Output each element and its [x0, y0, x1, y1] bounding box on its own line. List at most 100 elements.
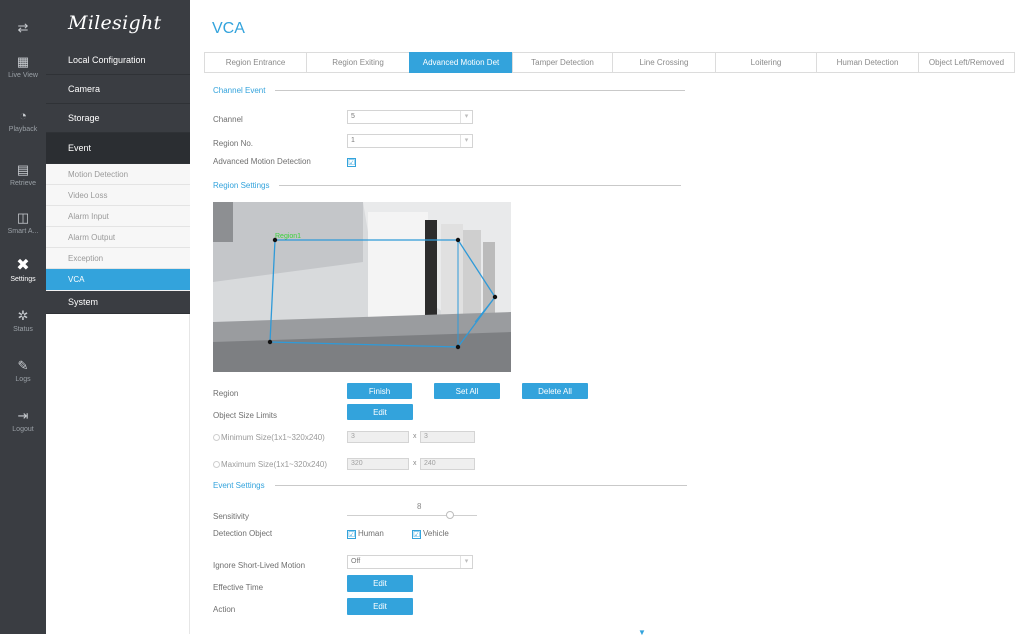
finish-button[interactable]: Finish	[347, 383, 412, 399]
tab-region-exiting[interactable]: Region Exiting	[306, 52, 410, 73]
minimum-size-label: Minimum Size(1x1~320x240)	[221, 433, 325, 442]
settings-icon: ✖	[16, 257, 30, 274]
maximum-size-label: Maximum Size(1x1~320x240)	[221, 460, 328, 469]
rail-item-logs[interactable]: ✎ Logs	[0, 352, 46, 400]
rail-label: Status	[13, 326, 33, 333]
size-separator: x	[413, 433, 417, 440]
tab-object-left-removed[interactable]: Object Left/Removed	[918, 52, 1015, 73]
menu-item-system[interactable]: System	[46, 291, 190, 314]
amd-checkbox[interactable]: ☑	[347, 158, 356, 167]
effective-time-edit-button[interactable]: Edit	[347, 575, 413, 592]
ignore-short-lived-motion-label: Ignore Short-Lived Motion	[213, 561, 306, 570]
amd-label: Advanced Motion Detection	[213, 157, 311, 166]
menu-sub-video-loss[interactable]: Video Loss	[46, 185, 190, 206]
size-separator: x	[413, 460, 417, 467]
icon-rail: ⇄ ▦ Live View ◔ Playback ▤ Retrieve ◫ Sm…	[0, 0, 46, 634]
tab-tamper-detection[interactable]: Tamper Detection	[512, 52, 613, 73]
human-label: Human	[358, 529, 384, 538]
logout-icon: ⇥	[17, 408, 29, 423]
tab-loitering[interactable]: Loitering	[715, 52, 817, 73]
rail-item-smart-analysis[interactable]: ◫ Smart A...	[0, 204, 46, 252]
rail-item-logout[interactable]: ⇥ Logout	[0, 402, 46, 450]
menu-toggle-icon: ⇄	[17, 20, 29, 35]
rail-item-playback[interactable]: ◔ Playback	[0, 102, 46, 150]
menu-item-event[interactable]: Event	[46, 133, 190, 164]
chevron-down-icon: ▾	[460, 135, 472, 147]
region-no-label: Region No.	[213, 139, 254, 148]
retrieve-icon: ▤	[16, 162, 30, 177]
rail-label: Retrieve	[9, 180, 37, 187]
rail-item-settings[interactable]: ✖ Settings	[0, 252, 46, 300]
sensitivity-value: 8	[417, 502, 422, 511]
ignore-value: Off	[351, 558, 361, 565]
menu-item-camera[interactable]: Camera	[46, 75, 190, 104]
minimum-height-input[interactable]: 3	[420, 431, 475, 443]
delete-all-button[interactable]: Delete All	[522, 383, 588, 399]
region-tag: Region1	[275, 233, 301, 240]
rail-label: Logout	[12, 426, 34, 433]
smart-analysis-icon: ◫	[16, 210, 30, 225]
object-size-edit-button[interactable]: Edit	[347, 404, 413, 420]
region-no-select[interactable]: 1 ▾	[347, 134, 473, 148]
ignore-short-lived-motion-select[interactable]: Off ▾	[347, 555, 473, 569]
rail-item-live-view[interactable]: ▦ Live View	[0, 48, 46, 96]
settings-menu: Milesight Local Configuration Camera Sto…	[46, 0, 190, 634]
sensitivity-slider-handle[interactable]	[446, 511, 454, 519]
menu-sub-vca[interactable]: VCA	[46, 269, 190, 290]
vehicle-checkbox[interactable]: ☑	[412, 530, 421, 539]
rail-item-status[interactable]: ✲ Status	[0, 302, 46, 350]
tab-advanced-motion-detection[interactable]: Advanced Motion Det	[409, 52, 513, 73]
menu-item-storage[interactable]: Storage	[46, 104, 190, 133]
rail-item-retrieve[interactable]: ▤ Retrieve	[0, 156, 46, 204]
vca-tabs: Region Entrance Region Exiting Advanced …	[204, 52, 1015, 73]
minimum-size-radio[interactable]	[213, 434, 220, 441]
rail-label: Settings	[10, 276, 36, 283]
camera-preview[interactable]: Region1	[213, 202, 511, 372]
channel-event-section: Channel Event	[213, 86, 686, 95]
sensitivity-slider[interactable]	[347, 515, 477, 516]
section-heading: Region Settings	[213, 181, 270, 190]
page-title: VCA	[212, 20, 245, 37]
rail-label: Logs	[15, 376, 31, 383]
chevron-down-icon: ▾	[460, 556, 472, 568]
section-heading: Event Settings	[213, 481, 265, 490]
tab-human-detection[interactable]: Human Detection	[816, 52, 919, 73]
camera-scene: Region1	[213, 202, 511, 372]
section-heading: Channel Event	[213, 86, 266, 95]
maximum-width-input[interactable]: 320	[347, 458, 409, 470]
region-settings-section: Region Settings	[213, 181, 682, 190]
menu-sub-alarm-input[interactable]: Alarm Input	[46, 206, 190, 227]
region-no-value: 1	[351, 137, 355, 144]
tab-line-crossing[interactable]: Line Crossing	[612, 52, 716, 73]
menu-item-local-configuration[interactable]: Local Configuration	[46, 46, 190, 75]
main-content: VCA Region Entrance Region Exiting Advan…	[190, 0, 1030, 637]
human-checkbox[interactable]: ☑	[347, 530, 356, 539]
chevron-down-icon: ▾	[460, 111, 472, 123]
detection-object-label: Detection Object	[213, 529, 273, 538]
status-icon: ✲	[17, 308, 29, 323]
maximum-size-radio[interactable]	[213, 461, 220, 468]
sensitivity-label: Sensitivity	[213, 512, 250, 521]
action-edit-button[interactable]: Edit	[347, 598, 413, 615]
playback-icon: ◔	[19, 108, 27, 123]
scroll-down-icon[interactable]: ▼	[638, 628, 646, 637]
effective-time-label: Effective Time	[213, 583, 264, 592]
channel-select[interactable]: 5 ▾	[347, 110, 473, 124]
maximum-height-input[interactable]: 240	[420, 458, 475, 470]
logo-area: Milesight	[46, 0, 190, 46]
minimum-width-input[interactable]: 3	[347, 431, 409, 443]
action-label: Action	[213, 605, 236, 614]
set-all-button[interactable]: Set All	[434, 383, 500, 399]
rail-label: Playback	[8, 126, 38, 133]
object-size-limits-label: Object Size Limits	[213, 411, 278, 420]
live-view-icon: ▦	[16, 54, 30, 69]
menu-blank	[46, 314, 190, 634]
menu-sub-alarm-output[interactable]: Alarm Output	[46, 227, 190, 248]
event-settings-section: Event Settings	[213, 481, 687, 490]
menu-sub-motion-detection[interactable]: Motion Detection	[46, 164, 190, 185]
vehicle-label: Vehicle	[423, 529, 449, 538]
menu-sub-exception[interactable]: Exception	[46, 248, 190, 269]
tab-region-entrance[interactable]: Region Entrance	[204, 52, 307, 73]
channel-label: Channel	[213, 115, 243, 124]
logs-icon: ✎	[17, 358, 29, 373]
